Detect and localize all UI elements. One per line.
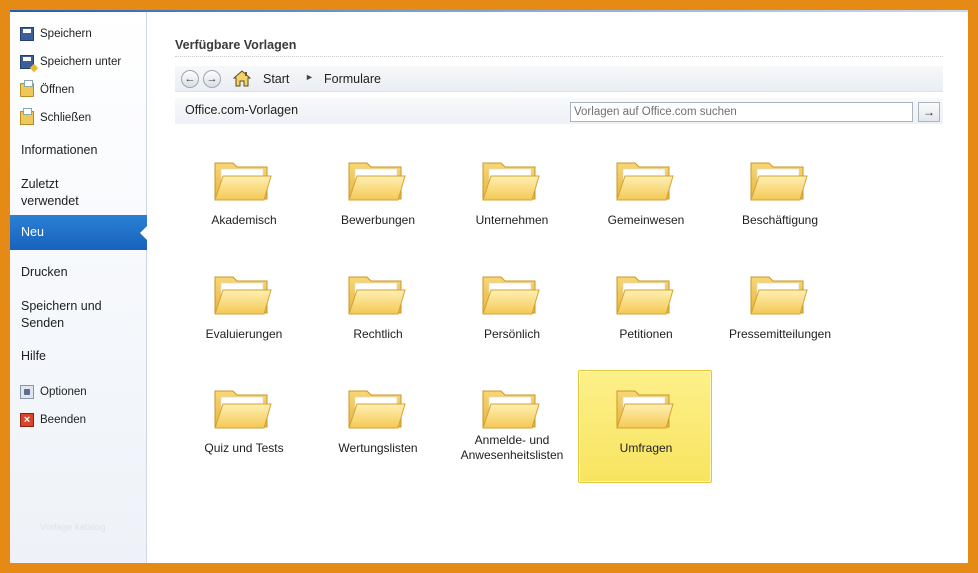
sidebar-item-new[interactable]: Neu (10, 215, 148, 250)
folder-icon (749, 159, 809, 203)
folder-icon (481, 387, 541, 431)
folder-label: Beschäftigung (741, 213, 819, 227)
folder-icon (213, 387, 273, 431)
close-file-icon (20, 108, 34, 125)
folder-label: Evaluierungen (205, 327, 283, 341)
sidebar-item-save[interactable]: Speichern (20, 23, 144, 45)
watermark-text: Vorlage katalog (40, 522, 106, 533)
folder-tile[interactable]: Unternehmen (444, 142, 578, 255)
forward-arrow-icon[interactable]: → (203, 70, 221, 88)
sidebar-item-open[interactable]: Öffnen (20, 79, 144, 101)
options-icon (20, 385, 34, 399)
home-icon[interactable] (233, 70, 251, 87)
folder-tile[interactable]: Evaluierungen (176, 256, 310, 369)
sidebar-item-close[interactable]: Schließen (20, 107, 144, 129)
sidebar-item-label: Speichern unter (40, 56, 122, 68)
folder-label: Petitionen (619, 327, 673, 341)
folder-icon (615, 273, 675, 317)
sidebar-item-label: Öffnen (40, 84, 75, 96)
folder-label: Umfragen (619, 441, 673, 455)
folder-label: Gemeinwesen (607, 213, 685, 227)
save-icon (20, 27, 34, 41)
folder-tile[interactable]: Petitionen (578, 256, 712, 369)
folder-icon (481, 273, 541, 317)
sidebar-item-save-as[interactable]: Speichern unter (20, 51, 144, 73)
sidebar-item-recent[interactable]: Zuletzt verwendet (21, 176, 91, 210)
breadcrumb: ← → Start ► Formulare (175, 66, 943, 92)
folder-icon (213, 273, 273, 317)
heading-divider (175, 56, 943, 57)
folder-label: Quiz und Tests (204, 441, 284, 455)
folder-icon (749, 273, 809, 317)
folder-label: Wertungslisten (338, 441, 418, 455)
folder-label: Anmelde- und Anwesenheitslisten (460, 433, 564, 462)
sidebar-item-label: Speichern (40, 28, 92, 40)
folder-tile[interactable]: Wertungslisten (310, 370, 444, 483)
sidebar-item-label: Optionen (40, 386, 87, 398)
folder-icon (347, 387, 407, 431)
office-com-section-bar: Office.com-Vorlagen → (175, 98, 943, 124)
template-search-input[interactable] (570, 102, 913, 122)
open-folder-icon (20, 80, 34, 97)
folder-tile[interactable]: Anmelde- und Anwesenheitslisten (444, 370, 578, 483)
back-arrow-icon[interactable]: ← (181, 70, 199, 88)
folder-tile[interactable]: Persönlich (444, 256, 578, 369)
search-go-button[interactable]: → (918, 102, 940, 122)
folder-tile[interactable]: Pressemitteilungen (712, 256, 846, 369)
folder-icon (615, 159, 675, 203)
exit-icon: × (20, 413, 34, 427)
sidebar-item-exit[interactable]: × Beenden (20, 409, 144, 431)
sidebar-item-label: Schließen (40, 112, 92, 124)
folder-tile[interactable]: Umfragen (578, 370, 712, 483)
folder-label: Persönlich (483, 327, 541, 341)
folder-tile[interactable]: Beschäftigung (712, 142, 846, 255)
folder-label: Akademisch (211, 213, 277, 227)
sidebar-item-save-send[interactable]: Speichern und Senden (21, 298, 121, 332)
templates-panel: Verfügbare Vorlagen ← → Start ► Formular… (148, 12, 968, 563)
folder-tile[interactable]: Bewerbungen (310, 142, 444, 255)
folder-icon (347, 159, 407, 203)
sidebar-item-info[interactable]: Informationen (21, 142, 145, 159)
folder-icon (213, 159, 273, 203)
folder-tile[interactable]: Gemeinwesen (578, 142, 712, 255)
breadcrumb-separator-icon: ► (305, 72, 314, 82)
folder-label: Bewerbungen (340, 213, 416, 227)
section-label: Office.com-Vorlagen (185, 103, 299, 117)
folder-icon (347, 273, 407, 317)
folder-tile[interactable]: Akademisch (176, 142, 310, 255)
sidebar-item-label: Neu (21, 225, 44, 239)
folder-label: Rechtlich (353, 327, 403, 341)
folder-tile[interactable]: Quiz und Tests (176, 370, 310, 483)
folder-label: Pressemitteilungen (728, 327, 832, 341)
folder-icon (615, 387, 675, 431)
app-window: Speichern Speichern unter Öffnen Schließ… (10, 10, 968, 563)
backstage-sidebar: Speichern Speichern unter Öffnen Schließ… (10, 12, 148, 563)
sidebar-item-label: Beenden (40, 414, 87, 426)
sidebar-item-options[interactable]: Optionen (20, 381, 144, 403)
breadcrumb-formulare[interactable]: Formulare (324, 72, 381, 86)
breadcrumb-start[interactable]: Start (263, 72, 289, 86)
active-indicator-notch (140, 225, 148, 241)
folder-tile[interactable]: Rechtlich (310, 256, 444, 369)
save-as-icon (20, 55, 34, 69)
folder-icon (481, 159, 541, 203)
sidebar-item-help[interactable]: Hilfe (21, 348, 145, 365)
page-title: Verfügbare Vorlagen (175, 38, 297, 52)
folder-label: Unternehmen (475, 213, 549, 227)
sidebar-item-print[interactable]: Drucken (21, 264, 145, 281)
